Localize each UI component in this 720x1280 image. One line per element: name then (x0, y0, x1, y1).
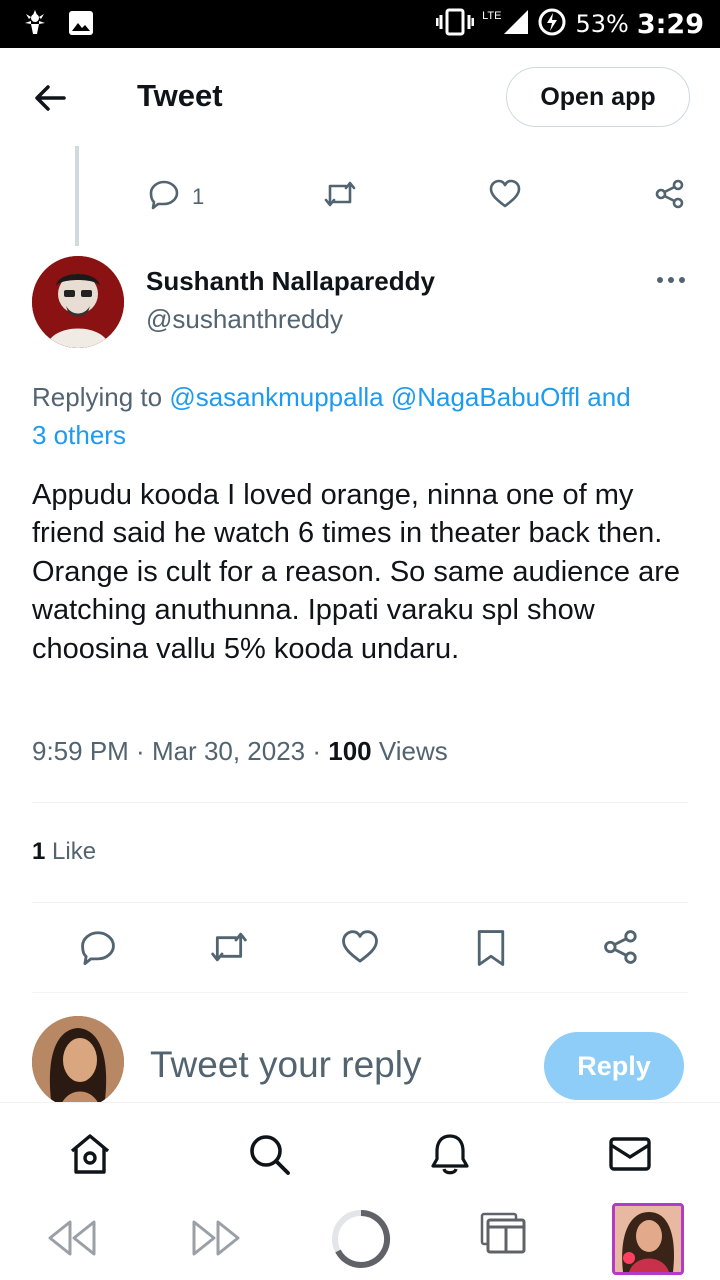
author-avatar[interactable] (32, 256, 124, 348)
prev-share-button[interactable] (654, 178, 686, 210)
tabs-icon[interactable] (480, 1212, 528, 1261)
network-type: LTE (482, 10, 502, 22)
previous-tweet-actions: 1 (0, 176, 720, 216)
views-count: 100 (328, 736, 372, 766)
divider (32, 992, 688, 993)
reply-button[interactable] (79, 928, 117, 966)
notifications-icon[interactable] (427, 1131, 473, 1177)
likes-label: Like (45, 838, 97, 865)
signal-icon (503, 9, 529, 40)
status-bar: LTE 53% 3:29 (0, 0, 720, 48)
replying-prefix: Replying to (32, 382, 170, 412)
tweet-text: Appudu kooda I loved orange, ninna one o… (32, 479, 681, 665)
replying-to: Replying to @sasankmuppalla @NagaBabuOff… (32, 378, 692, 454)
battery-level: 53% (575, 10, 629, 38)
like-icon (489, 179, 521, 208)
page-title: Tweet (137, 78, 223, 113)
search-icon[interactable] (246, 1131, 292, 1177)
open-app-button[interactable]: Open app (506, 67, 690, 127)
bookmark-button[interactable] (474, 928, 508, 968)
share-icon (655, 179, 684, 209)
retweet-button[interactable] (208, 928, 250, 966)
retweet-icon (324, 181, 356, 207)
divider (32, 802, 688, 803)
bottom-navigation (0, 1102, 720, 1196)
tweet-date[interactable]: Mar 30, 2023 (152, 736, 305, 766)
likes-count: 1 (32, 838, 46, 865)
reply-icon (148, 178, 180, 216)
home-icon[interactable] (67, 1131, 113, 1177)
back-icon[interactable] (46, 1218, 98, 1263)
gallery-icon (68, 10, 94, 41)
tweet-time[interactable]: 9:59 PM (32, 736, 129, 766)
clock: 3:29 (636, 8, 704, 40)
back-arrow-icon[interactable] (30, 78, 70, 118)
like-button[interactable] (340, 928, 380, 966)
reply-input[interactable]: Tweet your reply (150, 1044, 421, 1086)
replying-and[interactable]: and (580, 382, 630, 412)
vibrate-icon (435, 8, 475, 41)
retweet-icon (211, 932, 247, 962)
like-icon (342, 930, 378, 963)
prev-reply-count: 1 (192, 184, 205, 209)
author-handle[interactable]: @sushanthreddy (146, 304, 343, 335)
forward-icon[interactable] (190, 1218, 242, 1263)
share-button[interactable] (602, 928, 640, 966)
battery-charging-icon (537, 7, 567, 42)
app-notification-icon (22, 8, 48, 43)
share-icon (604, 930, 637, 964)
prev-like-button[interactable] (488, 178, 522, 210)
reload-icon[interactable] (330, 1208, 392, 1275)
replying-others-link[interactable]: 3 others (32, 420, 126, 450)
views-label: Views (371, 736, 448, 766)
likes-summary[interactable]: 1 Like (32, 838, 96, 866)
reply-icon (81, 931, 115, 966)
author-name[interactable]: Sushanth Nallapareddy (146, 266, 435, 297)
tweet-actions (0, 926, 720, 970)
bookmark-icon (477, 930, 505, 966)
tab-thumbnail[interactable] (612, 1203, 684, 1275)
divider (32, 902, 688, 903)
replying-users-link[interactable]: @sasankmuppalla @NagaBabuOffl (169, 382, 580, 412)
prev-reply-button[interactable]: 1 (148, 178, 204, 216)
prev-retweet-button[interactable] (322, 178, 358, 210)
reply-submit-button[interactable]: Reply (544, 1032, 684, 1100)
user-avatar[interactable] (32, 1016, 124, 1108)
top-header: Tweet Open app (0, 48, 720, 146)
tweet-meta: 9:59 PM · Mar 30, 2023 · 100 Views (32, 736, 448, 766)
more-options-icon[interactable] (655, 270, 687, 290)
messages-icon[interactable] (607, 1131, 653, 1177)
